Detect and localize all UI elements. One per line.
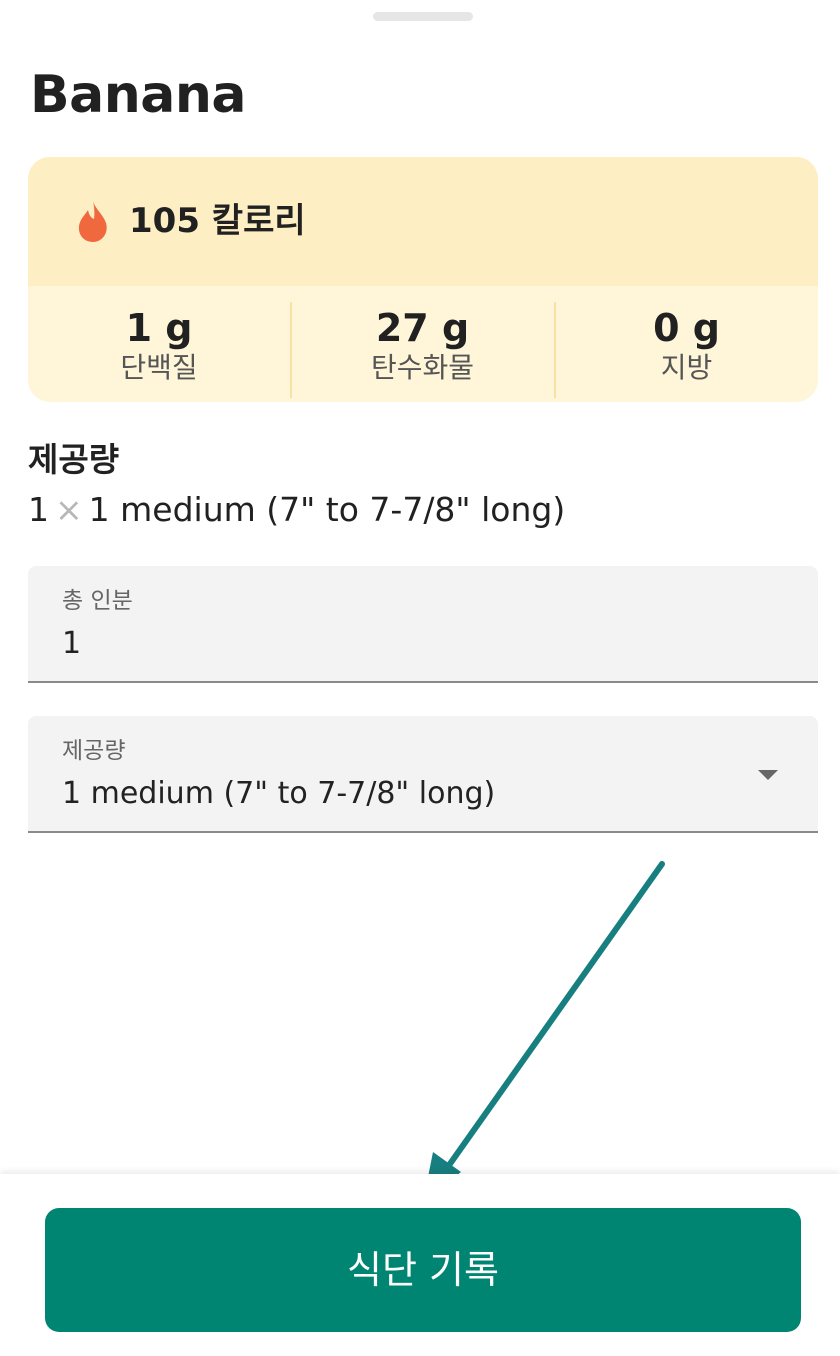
- calorie-count: 105 칼로리: [129, 201, 306, 241]
- flame-icon: [78, 200, 107, 242]
- macro-label: 탄수화물: [370, 351, 475, 384]
- macro-fat: 0 g 지방: [555, 286, 818, 402]
- servings-field[interactable]: 총 인분 1: [28, 566, 818, 683]
- serving-description: 1 medium (7" to 7-7/8" long): [88, 490, 566, 529]
- chevron-down-icon[interactable]: [758, 770, 778, 780]
- nutrition-card: 105 칼로리 1 g 단백질 27 g 탄수화물 0 g 지방: [28, 157, 818, 402]
- log-meal-button[interactable]: 식단 기록: [45, 1208, 801, 1332]
- times-icon: ×: [55, 490, 83, 529]
- servings-input[interactable]: 1: [62, 624, 81, 664]
- macro-carbs: 27 g 탄수화물: [291, 286, 554, 402]
- food-title: Banana: [30, 65, 246, 125]
- macro-value: 0 g: [653, 306, 720, 350]
- serving-heading: 제공량: [28, 440, 120, 479]
- macro-label: 단백질: [120, 351, 198, 384]
- macro-label: 지방: [660, 351, 713, 384]
- bottom-action-bar: 식단 기록: [0, 1174, 840, 1356]
- macro-value: 27 g: [375, 306, 470, 350]
- serving-size-select[interactable]: 제공량 1 medium (7" to 7-7/8" long): [28, 716, 818, 833]
- serving-quantity: 1: [28, 490, 49, 529]
- food-detail-sheet: Banana 105 칼로리 1 g 단백질 27 g 탄수화물 0 g 지방 …: [0, 0, 840, 1356]
- sheet-drag-handle[interactable]: [373, 12, 473, 21]
- macro-value: 1 g: [125, 306, 193, 350]
- serving-summary: 1 × 1 medium (7" to 7-7/8" long): [28, 488, 565, 532]
- serving-size-label: 제공량: [62, 738, 126, 764]
- serving-size-value[interactable]: 1 medium (7" to 7-7/8" long): [62, 774, 495, 814]
- macro-protein: 1 g 단백질: [28, 286, 290, 402]
- calorie-row: 105 칼로리: [28, 157, 818, 286]
- servings-field-label: 총 인분: [62, 588, 133, 614]
